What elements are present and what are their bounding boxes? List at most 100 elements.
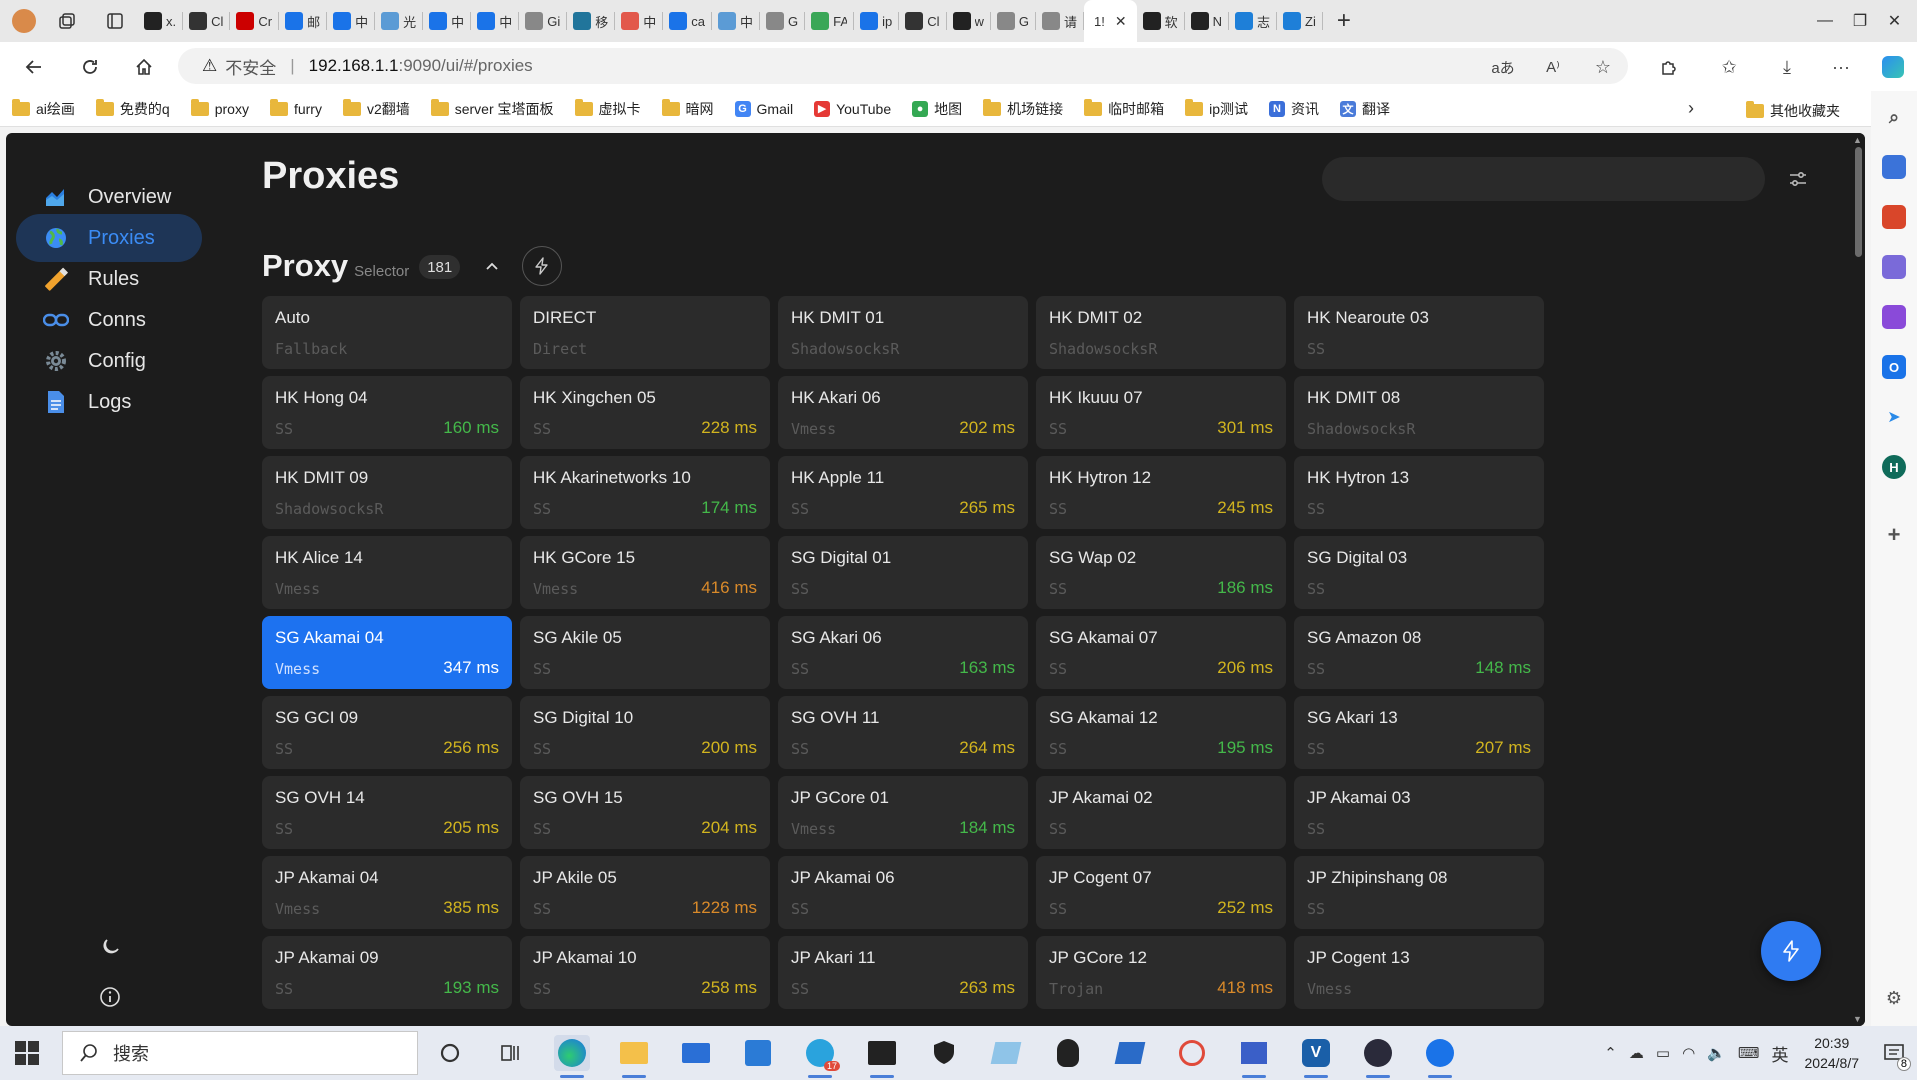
proxy-card[interactable]: SG OVH 15 SS 204 ms (520, 776, 770, 849)
proxy-card[interactable]: HK DMIT 09 ShadowsocksR (262, 456, 512, 529)
taskbar-search[interactable]: 搜索 (62, 1031, 418, 1075)
browser-tab[interactable]: w (947, 0, 990, 42)
new-tab-button[interactable]: + (1323, 0, 1365, 42)
browser-tab[interactable]: 邮 (279, 0, 326, 42)
proxy-card-selected[interactable]: SG Akamai 04 Vmess 347 ms (262, 616, 512, 689)
network-app[interactable] (1236, 1035, 1272, 1078)
qq-app[interactable] (1050, 1035, 1086, 1071)
scroll-down-arrow[interactable]: ▼ (1853, 1014, 1862, 1024)
tab-active[interactable]: 1! ✕ (1084, 0, 1137, 42)
security-app[interactable] (926, 1035, 962, 1071)
proxy-card[interactable]: JP Akamai 09 SS 193 ms (262, 936, 512, 1009)
search-input[interactable] (1322, 157, 1765, 201)
briefcase-icon[interactable] (1882, 205, 1906, 229)
bookmark-item[interactable]: 临时邮箱 (1084, 98, 1164, 119)
add-sidebar-icon[interactable]: + (1882, 522, 1906, 547)
store-app[interactable] (740, 1035, 776, 1071)
proxy-card[interactable]: HK DMIT 02 ShadowsocksR (1036, 296, 1286, 369)
proxy-card[interactable]: HK DMIT 08 ShadowsocksR (1294, 376, 1544, 449)
browser-tab[interactable]: Cr (230, 0, 278, 42)
browser-tab[interactable]: 志 (1229, 0, 1276, 42)
h-icon[interactable]: H (1882, 455, 1906, 479)
proxy-card[interactable]: JP GCore 12 Trojan 418 ms (1036, 936, 1286, 1009)
bookmark-item[interactable]: ▶ YouTube (814, 100, 891, 117)
bookmark-item[interactable]: 机场链接 (983, 98, 1063, 119)
settings-gear-icon[interactable]: ⚙ (1882, 986, 1906, 1010)
tab-close-icon[interactable]: ✕ (1115, 13, 1127, 30)
favorite-star-button[interactable]: ☆ (1588, 52, 1618, 82)
bookmark-item[interactable]: ai绘画 (12, 98, 75, 119)
proxy-card[interactable]: SG Akamai 12 SS 195 ms (1036, 696, 1286, 769)
proxy-card[interactable]: HK DMIT 01 ShadowsocksR (778, 296, 1028, 369)
downloads-button[interactable]: ⤓ (1772, 52, 1802, 82)
send-icon[interactable]: ➤ (1882, 405, 1906, 429)
browser-tab[interactable]: Cl (899, 0, 945, 42)
volume-icon[interactable]: 🔈 (1707, 1044, 1726, 1062)
notification-button[interactable]: 8 (1871, 1043, 1917, 1071)
bookmark-item[interactable]: ● 地图 (912, 99, 962, 119)
extensions-button[interactable] (1654, 52, 1684, 82)
start-button[interactable] (14, 1040, 40, 1066)
m365-icon[interactable] (1882, 305, 1906, 329)
translate-button[interactable]: aあ (1488, 52, 1518, 82)
task-view-button[interactable] (492, 1035, 528, 1071)
latency-test-button[interactable] (522, 246, 563, 286)
browser-tab[interactable]: 移 (567, 0, 614, 42)
proxy-card[interactable]: SG Akari 06 SS 163 ms (778, 616, 1028, 689)
scroll-up-arrow[interactable]: ▲ (1853, 135, 1862, 145)
more-menu-button[interactable]: ··· (1826, 52, 1856, 82)
close-window-button[interactable]: ✕ (1872, 0, 1917, 42)
bookmark-item[interactable]: 文翻译 (1340, 99, 1390, 119)
workspaces-button[interactable] (42, 0, 92, 42)
browser-tab[interactable]: Zi (1277, 0, 1322, 42)
browser-tab[interactable]: Cl (183, 0, 229, 42)
nav-item-logs[interactable]: Logs (16, 378, 202, 426)
proxy-card[interactable]: HK Hong 04 SS 160 ms (262, 376, 512, 449)
proxy-card[interactable]: JP Akamai 02 SS (1036, 776, 1286, 849)
test-all-latency-fab[interactable] (1761, 921, 1821, 981)
proxy-card[interactable]: JP Akamai 06 SS (778, 856, 1028, 929)
proxy-card[interactable]: SG Digital 10 SS 200 ms (520, 696, 770, 769)
bookmark-item[interactable]: furry (269, 98, 322, 117)
browser-tab[interactable]: x. (138, 0, 182, 42)
proxy-card[interactable]: HK Xingchen 05 SS 228 ms (520, 376, 770, 449)
other-bookmarks[interactable]: 其他收藏夹 (1746, 101, 1840, 121)
games-icon[interactable] (1882, 255, 1906, 279)
bookmark-item[interactable]: G Gmail (734, 100, 793, 117)
powershell-app[interactable] (1112, 1035, 1148, 1071)
cloud-icon[interactable]: ☁ (1629, 1044, 1644, 1062)
scrollbar-thumb[interactable] (1855, 147, 1862, 257)
browser-tab[interactable]: 中 (712, 0, 759, 42)
chevron-up-icon[interactable]: ⌃ (1604, 1044, 1617, 1062)
browser-tab[interactable]: FA (805, 0, 853, 42)
proxy-card[interactable]: SG Digital 03 SS (1294, 536, 1544, 609)
browser-tab[interactable]: ip (854, 0, 898, 42)
tag-icon[interactable] (1882, 155, 1906, 179)
browser-tab[interactable]: 中 (615, 0, 662, 42)
v2ray-app[interactable]: V (1298, 1035, 1334, 1078)
read-aloud-button[interactable]: A⁾ (1538, 52, 1568, 82)
browser-tab[interactable]: 软 (1137, 0, 1184, 42)
bookmark-item[interactable]: ip测试 (1185, 98, 1248, 119)
proxy-card[interactable]: SG GCI 09 SS 256 ms (262, 696, 512, 769)
back-button[interactable] (18, 51, 50, 83)
bookmark-item[interactable]: proxy (190, 98, 249, 117)
tab-actions-button[interactable] (92, 0, 138, 42)
proxy-card[interactable]: HK Akarinetworks 10 SS 174 ms (520, 456, 770, 529)
reload-button[interactable] (74, 51, 106, 83)
proxy-card[interactable]: HK GCore 15 Vmess 416 ms (520, 536, 770, 609)
proxy-card[interactable]: Auto Fallback (262, 296, 512, 369)
outlook-icon[interactable]: O (1882, 355, 1906, 379)
home-button[interactable] (128, 51, 160, 83)
browser-tab[interactable]: 中 (471, 0, 518, 42)
proxy-card[interactable]: HK Ikuuu 07 SS 301 ms (1036, 376, 1286, 449)
cortana-button[interactable] (432, 1035, 468, 1071)
browser-tab[interactable]: Gi (519, 0, 566, 42)
proxy-card[interactable]: JP Cogent 07 SS 252 ms (1036, 856, 1286, 929)
battery-icon[interactable]: ▭ (1656, 1044, 1670, 1062)
browser-tab[interactable]: N (1185, 0, 1228, 42)
proxy-card[interactable]: SG Akile 05 SS (520, 616, 770, 689)
proxy-card[interactable]: HK Hytron 12 SS 245 ms (1036, 456, 1286, 529)
browser-tab[interactable]: 中 (327, 0, 374, 42)
browser-tab[interactable]: G (991, 0, 1035, 42)
